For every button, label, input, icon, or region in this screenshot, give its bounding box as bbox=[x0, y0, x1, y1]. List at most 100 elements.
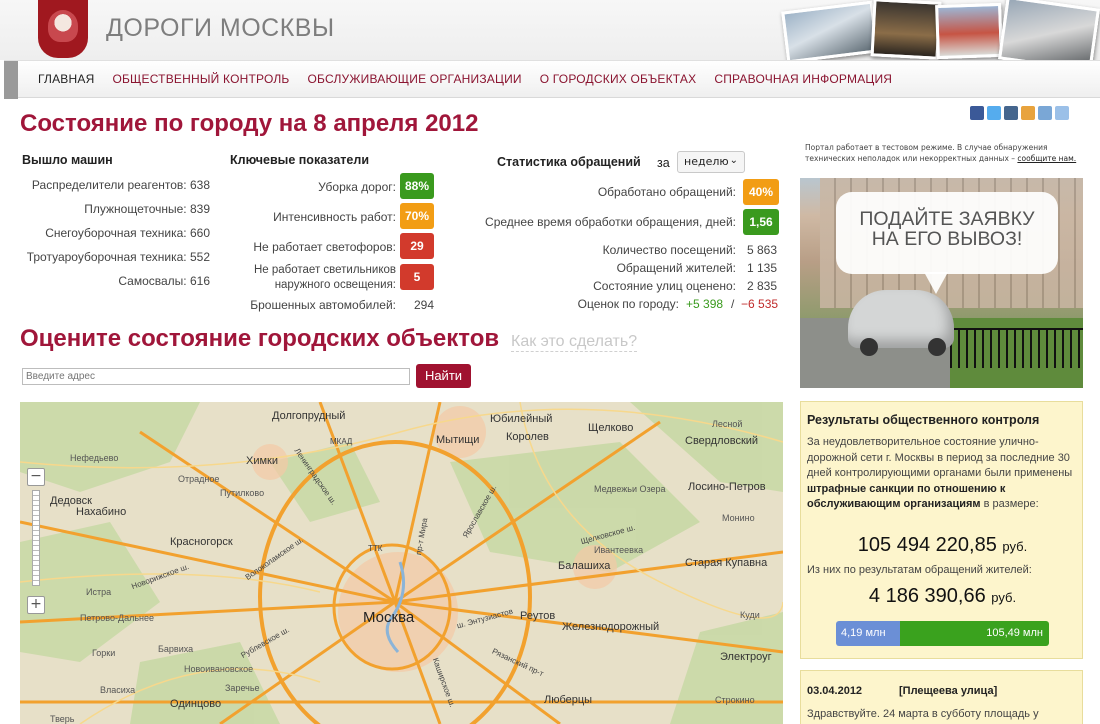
map-label: Куди bbox=[740, 610, 760, 620]
map-label: Юбилейный bbox=[490, 413, 553, 425]
map-label: Нахабино bbox=[76, 506, 127, 518]
road-label: МКАД bbox=[330, 437, 353, 446]
city-map[interactable]: − + Долгопрудный Юбилейный Королев Щелко… bbox=[20, 402, 783, 724]
requests-label: Обращений жителей: bbox=[616, 261, 736, 275]
map-label: Одинцово bbox=[170, 698, 222, 710]
zoom-out-button[interactable]: − bbox=[27, 468, 45, 486]
machines-title: Вышло машин bbox=[22, 153, 113, 167]
map-label: Королев bbox=[506, 431, 549, 443]
machines-row: Плужнощеточные: 839 bbox=[84, 202, 210, 216]
ad-banner[interactable]: ПОДАЙТЕ ЗАЯВКУ НА ЕГО ВЫВОЗ! bbox=[800, 178, 1083, 388]
map-label: Балашиха bbox=[558, 560, 611, 572]
map-label: Власиха bbox=[100, 685, 136, 695]
page: ДОРОГИ МОСКВЫ ГЛАВНАЯ ОБЩЕСТВЕННЫЙ КОНТР… bbox=[0, 0, 1100, 724]
site-title[interactable]: ДОРОГИ МОСКВЫ bbox=[106, 14, 335, 43]
evaluate-title: Оцените состояние городских объектов bbox=[20, 325, 500, 352]
abandoned-cars-label: Брошенных автомобилей: bbox=[250, 298, 396, 312]
vkontakte-icon[interactable] bbox=[1004, 106, 1018, 120]
people-icon[interactable] bbox=[1021, 106, 1035, 120]
period-select-value: неделю bbox=[684, 155, 729, 168]
indicator-label: наружного освещения: bbox=[274, 279, 396, 291]
nav-city-objects[interactable]: О ГОРОДСКИХ ОБЪЕКТАХ bbox=[540, 72, 697, 86]
indicators-title: Ключевые показатели bbox=[230, 153, 370, 167]
moscow-coat-of-arms-logo[interactable] bbox=[38, 0, 88, 58]
machines-row: Снегоуборочная техника: 660 bbox=[45, 226, 210, 240]
processed-badge: 40% bbox=[743, 179, 779, 205]
test-mode-notice: Портал работает в тестовом режиме. В слу… bbox=[805, 142, 1085, 164]
zoom-slider[interactable] bbox=[32, 490, 40, 586]
requests-value: 1 135 bbox=[747, 261, 778, 275]
ad-text: ПОДАЙТЕ ЗАЯВКУ НА ЕГО ВЫВОЗ! bbox=[859, 208, 1035, 250]
indicator-badge: 88% bbox=[400, 173, 434, 199]
indicator-label: Не работает светофоров: bbox=[253, 240, 396, 254]
map-label: Отрадное bbox=[178, 474, 220, 484]
road-label: ТТК bbox=[368, 544, 383, 553]
map-label: Ивантеевка bbox=[594, 545, 644, 555]
indicator-badge: 70% bbox=[400, 203, 434, 229]
processed-label: Обработано обращений: bbox=[597, 185, 736, 199]
map-label: Химки bbox=[246, 455, 279, 467]
header: ДОРОГИ МОСКВЫ bbox=[0, 0, 1100, 73]
map-label: Реутов bbox=[520, 610, 556, 622]
bar-citizen: 4,19 млн bbox=[836, 621, 900, 646]
map-canvas bbox=[20, 402, 783, 724]
map-label: Старая Купавна bbox=[685, 557, 768, 569]
map-label: Мытищи bbox=[436, 434, 480, 446]
news-street[interactable]: [Плещеева улица] bbox=[899, 685, 997, 697]
map-label: Свердловский bbox=[685, 435, 759, 447]
map-label: Путилково bbox=[220, 488, 265, 498]
link-icon[interactable] bbox=[1038, 106, 1052, 120]
map-label: Лосино-Петров bbox=[688, 481, 766, 493]
notice-text: Портал работает в тестовом режиме. В слу… bbox=[805, 143, 1048, 163]
nav-home[interactable]: ГЛАВНАЯ bbox=[38, 72, 94, 86]
rating-separator: / bbox=[731, 297, 735, 311]
map-label: Новоивановское bbox=[184, 664, 254, 674]
indicator-label: Уборка дорог: bbox=[318, 180, 396, 194]
requests-label: Состояние улиц оценено: bbox=[593, 279, 736, 293]
nav-reference-info[interactable]: СПРАВОЧНАЯ ИНФОРМАЦИЯ bbox=[714, 72, 892, 86]
address-input[interactable] bbox=[22, 368, 410, 385]
total-amount: 105 494 220,85 руб. bbox=[857, 534, 1028, 556]
map-label: Лесной bbox=[712, 419, 743, 429]
map-label: Монино bbox=[722, 513, 755, 523]
bookmark-icon[interactable] bbox=[1055, 106, 1069, 120]
page-title: Состояние по городу на 8 апреля 2012 bbox=[20, 110, 479, 137]
requests-label: Количество посещений: bbox=[602, 243, 736, 257]
map-label: Люберцы bbox=[544, 694, 593, 706]
avg-time-badge: 1,56 bbox=[743, 209, 779, 235]
map-label: Барвиха bbox=[158, 644, 194, 654]
requests-value: 2 835 bbox=[747, 279, 778, 293]
facebook-icon[interactable] bbox=[970, 106, 984, 120]
results-title: Результаты общественного контроля bbox=[807, 413, 1040, 427]
zoom-in-button[interactable]: + bbox=[27, 596, 45, 614]
nav-public-control[interactable]: ОБЩЕСТВЕННЫЙ КОНТРОЛЬ bbox=[112, 72, 289, 86]
map-label: Строкино bbox=[715, 695, 755, 705]
indicator-label: Интенсивность работ: bbox=[273, 210, 396, 224]
requests-value: 5 863 bbox=[747, 243, 778, 257]
find-button[interactable]: Найти bbox=[416, 364, 471, 388]
map-label-moscow: Москва bbox=[363, 609, 415, 626]
howto-link[interactable]: Как это сделать? bbox=[511, 333, 638, 352]
map-label: Электроуг bbox=[720, 651, 772, 663]
period-prefix: за bbox=[657, 156, 670, 170]
main-nav: ГЛАВНАЯ ОБЩЕСТВЕННЫЙ КОНТРОЛЬ ОБСЛУЖИВАЮ… bbox=[4, 60, 1100, 99]
map-label: Долгопрудный bbox=[272, 410, 346, 422]
results-text: За неудовлетворительное состояние улично… bbox=[807, 436, 1073, 510]
report-link[interactable]: сообщите нам. bbox=[1017, 154, 1076, 163]
news-item[interactable]: 03.04.2012 [Плещеева улица] Здравствуйте… bbox=[800, 670, 1083, 724]
indicator-badge: 29 bbox=[400, 233, 434, 259]
avg-time-label: Среднее время обработки обращения, дней: bbox=[485, 215, 736, 229]
period-select[interactable]: неделю ⌄ bbox=[677, 151, 745, 173]
twitter-icon[interactable] bbox=[987, 106, 1001, 120]
map-label: Горки bbox=[92, 648, 116, 658]
nav-service-organizations[interactable]: ОБСЛУЖИВАЮЩИЕ ОРГАНИЗАЦИИ bbox=[308, 72, 522, 86]
requests-title: Статистика обращений bbox=[497, 155, 641, 169]
map-label: Щелково bbox=[588, 422, 634, 434]
indicator-badge: 5 bbox=[400, 264, 434, 290]
chevron-down-icon: ⌄ bbox=[729, 155, 738, 166]
nav-accent bbox=[4, 61, 18, 99]
ratio-bar: 4,19 млн 105,49 млн bbox=[836, 621, 1049, 646]
map-zoom-control: − + bbox=[27, 468, 45, 614]
map-label: Заречье bbox=[225, 683, 260, 693]
social-share bbox=[970, 106, 1069, 120]
